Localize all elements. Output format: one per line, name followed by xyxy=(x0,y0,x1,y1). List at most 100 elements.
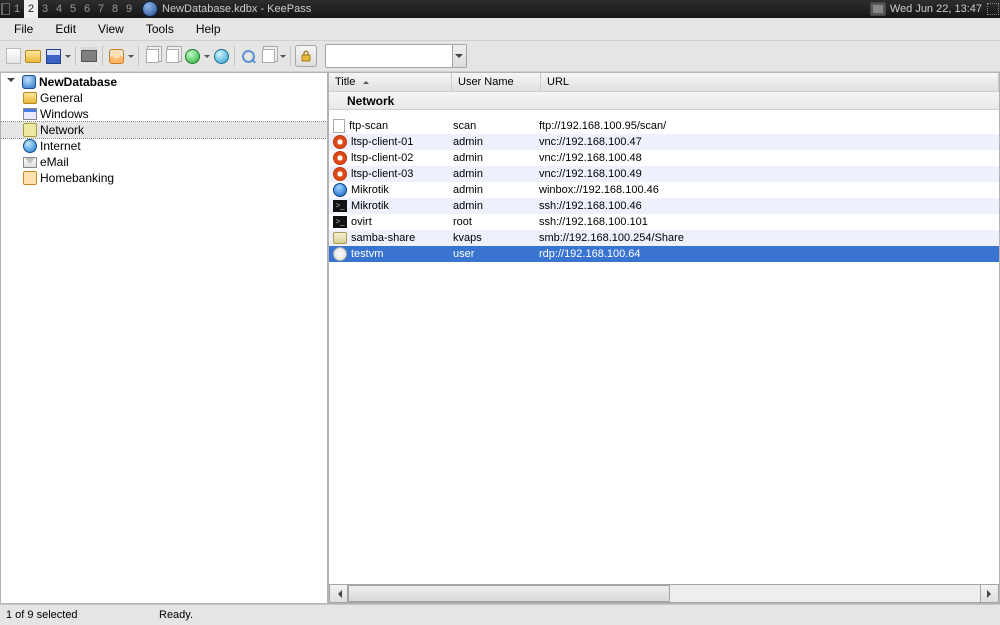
add-entry-dropdown-icon[interactable] xyxy=(127,47,134,65)
entry-url: rdp://192.168.100.64 xyxy=(535,248,999,260)
menu-view[interactable]: View xyxy=(88,20,134,38)
scroll-left-icon[interactable] xyxy=(329,584,348,603)
taskbar-item[interactable]: NewDatabase.kdbx - KeePass xyxy=(142,1,866,17)
workspace-1[interactable]: 1 xyxy=(10,0,24,18)
workspace-4[interactable]: 4 xyxy=(52,0,66,18)
list-body[interactable]: ftp-scanscanftp://192.168.100.95/scan/lt… xyxy=(329,110,999,584)
tree-item-label: General xyxy=(40,91,83,105)
scroll-thumb[interactable] xyxy=(348,585,670,602)
workspace-5[interactable]: 5 xyxy=(66,0,80,18)
mail-icon xyxy=(23,157,37,168)
workspace-9[interactable]: 9 xyxy=(122,0,136,18)
show-entries-dropdown-icon[interactable] xyxy=(279,47,286,65)
print-button[interactable] xyxy=(80,47,98,65)
add-entry-button[interactable] xyxy=(107,47,125,65)
menu-bar: FileEditViewToolsHelp xyxy=(0,18,1000,41)
term-icon xyxy=(333,216,347,228)
search-input[interactable] xyxy=(326,49,452,63)
entry-url: smb://192.168.100.254/Share xyxy=(535,232,999,244)
panel-end-icon[interactable] xyxy=(986,0,1000,18)
entry-url: ftp://192.168.100.95/scan/ xyxy=(535,120,999,132)
panel-menu-icon[interactable] xyxy=(0,3,10,15)
col-user[interactable]: User Name xyxy=(452,73,541,91)
entry-title: Mikrotik xyxy=(351,200,389,212)
entry-title: samba-share xyxy=(351,232,415,244)
entry-row[interactable]: ltsp-client-03adminvnc://192.168.100.49 xyxy=(329,166,999,182)
entry-row[interactable]: Mikrotikadminwinbox://192.168.100.46 xyxy=(329,182,999,198)
col-title[interactable]: Title xyxy=(329,73,452,91)
show-entries-button[interactable] xyxy=(259,47,277,65)
entry-row[interactable]: samba-sharekvapssmb://192.168.100.254/Sh… xyxy=(329,230,999,246)
winlogo-icon xyxy=(333,247,347,261)
scroll-right-icon[interactable] xyxy=(980,584,999,603)
menu-file[interactable]: File xyxy=(4,20,43,38)
entry-user: admin xyxy=(449,200,535,212)
menu-edit[interactable]: Edit xyxy=(45,20,86,38)
tray-clock[interactable]: Wed Jun 22, 13:47 xyxy=(866,2,986,16)
workspace-switcher[interactable]: 123456789 xyxy=(10,0,136,18)
ubuntu-icon xyxy=(333,135,347,149)
entry-row[interactable]: Mikrotikadminssh://192.168.100.46 xyxy=(329,198,999,214)
menu-help[interactable]: Help xyxy=(186,20,231,38)
entry-row[interactable]: testvm userrdp://192.168.100.64 xyxy=(329,246,999,262)
tree-item-general[interactable]: General xyxy=(1,90,327,106)
group-tree[interactable]: NewDatabase General WindowsNetworkInterne… xyxy=(0,72,328,604)
new-db-button[interactable] xyxy=(4,47,22,65)
workspace-2[interactable]: 2 xyxy=(24,0,38,18)
toolbar-sep xyxy=(138,46,139,66)
entry-url: vnc://192.168.100.48 xyxy=(535,152,999,164)
tree-item-internet[interactable]: Internet xyxy=(1,138,327,154)
expander-icon[interactable] xyxy=(7,75,19,89)
tree-item-homebanking[interactable]: Homebanking xyxy=(1,170,327,186)
tree-item-label: Windows xyxy=(40,107,89,121)
open-db-button[interactable] xyxy=(24,47,42,65)
list-header[interactable]: Title User Name URL xyxy=(329,73,999,91)
open-url-dropdown-icon[interactable] xyxy=(203,47,210,65)
keyboard-layout-icon xyxy=(870,2,886,16)
toolbar xyxy=(0,41,1000,72)
search-dropdown-icon[interactable] xyxy=(452,45,466,67)
entry-title: ftp-scan xyxy=(349,120,388,132)
entry-user: admin xyxy=(449,168,535,180)
entry-user: admin xyxy=(449,152,535,164)
entry-url: vnc://192.168.100.49 xyxy=(535,168,999,180)
find-button[interactable] xyxy=(239,47,257,65)
lock-workspace-button[interactable] xyxy=(295,45,317,67)
entry-row[interactable]: ftp-scanscanftp://192.168.100.95/scan/ xyxy=(329,118,999,134)
copy-password-button[interactable] xyxy=(163,47,181,65)
workspace-8[interactable]: 8 xyxy=(108,0,122,18)
entry-title: ovirt xyxy=(351,216,372,228)
term-icon xyxy=(333,200,347,212)
entry-row[interactable]: ltsp-client-01adminvnc://192.168.100.47 xyxy=(329,134,999,150)
menu-tools[interactable]: Tools xyxy=(136,20,184,38)
entry-title: testvm xyxy=(351,248,383,260)
workspace-3[interactable]: 3 xyxy=(38,0,52,18)
tree-item-network[interactable]: Network xyxy=(1,122,327,138)
entry-row[interactable]: ovirt rootssh://192.168.100.101 xyxy=(329,214,999,230)
horizontal-scrollbar[interactable] xyxy=(329,584,999,603)
autotype-button[interactable] xyxy=(212,47,230,65)
entry-row[interactable]: ltsp-client-02adminvnc://192.168.100.48 xyxy=(329,150,999,166)
ubuntu-icon xyxy=(333,151,347,165)
save-dropdown-icon[interactable] xyxy=(64,47,71,65)
entry-user: root xyxy=(449,216,535,228)
body-split: NewDatabase General WindowsNetworkInterne… xyxy=(0,72,1000,604)
col-url[interactable]: URL xyxy=(541,73,999,91)
tree-item-windows[interactable]: Windows xyxy=(1,106,327,122)
entry-user: user xyxy=(449,248,535,260)
system-top-bar: 123456789 NewDatabase.kdbx - KeePass Wed… xyxy=(0,0,1000,18)
tree-item-email[interactable]: eMail xyxy=(1,154,327,170)
bank-icon xyxy=(23,171,37,185)
quick-search[interactable] xyxy=(325,44,467,68)
toolbar-sep xyxy=(234,46,235,66)
entry-url: ssh://192.168.100.101 xyxy=(535,216,999,228)
tree-root[interactable]: NewDatabase xyxy=(1,74,327,90)
workspace-7[interactable]: 7 xyxy=(94,0,108,18)
open-url-button[interactable] xyxy=(183,47,201,65)
copy-username-button[interactable] xyxy=(143,47,161,65)
col-user-label: User Name xyxy=(458,76,514,88)
save-db-button[interactable] xyxy=(44,47,62,65)
toolbar-sep xyxy=(290,46,291,66)
workspace-6[interactable]: 6 xyxy=(80,0,94,18)
scroll-track[interactable] xyxy=(348,584,980,603)
